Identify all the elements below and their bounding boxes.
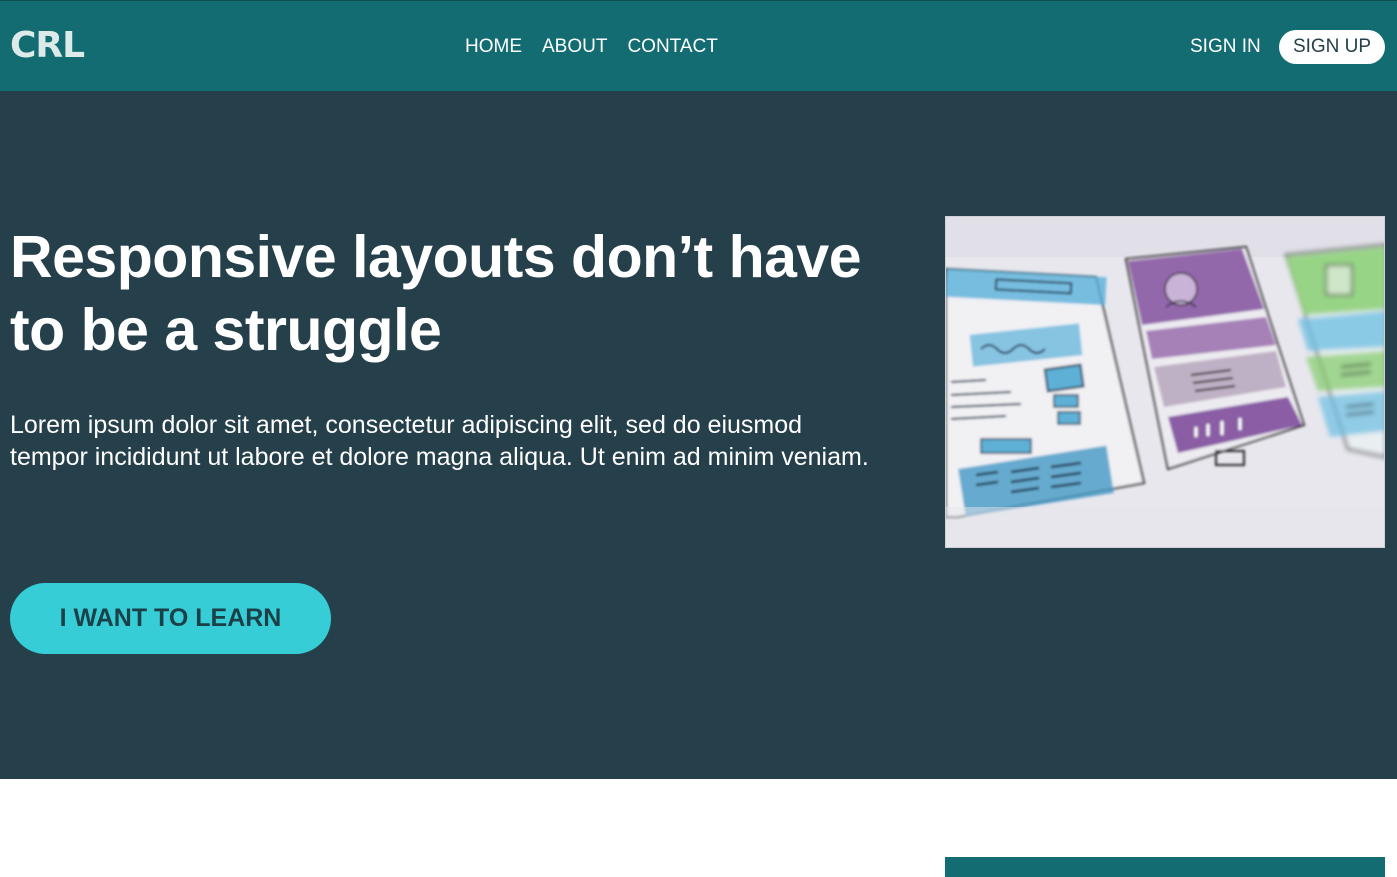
nav-link-about[interactable]: ABOUT	[542, 35, 607, 59]
sign-up-button[interactable]: SIGN UP	[1279, 30, 1385, 64]
hero-title: Responsive layouts don’t have to be a st…	[10, 221, 890, 367]
sign-in-link[interactable]: SIGN IN	[1190, 35, 1261, 59]
top-navbar: CRL HOME ABOUT CONTACT SIGN IN SIGN UP	[0, 0, 1397, 91]
logo[interactable]: CRL	[10, 25, 85, 67]
hero-section: Responsive layouts don’t have to be a st…	[0, 91, 1397, 779]
section-card-top	[945, 857, 1385, 877]
nav-link-contact[interactable]: CONTACT	[627, 35, 717, 59]
learn-cta-button[interactable]: I WANT TO LEARN	[10, 583, 331, 654]
wireframe-illustration	[946, 217, 1384, 547]
hero-title-line-2: to be a struggle	[10, 297, 442, 363]
wireframe-sketch-image	[945, 216, 1385, 548]
main-nav: HOME ABOUT CONTACT	[465, 35, 718, 59]
hero-description: Lorem ipsum dolor sit amet, consectetur …	[10, 411, 869, 471]
hero-title-line-1: Responsive layouts don’t have	[10, 224, 862, 290]
nav-link-home[interactable]: HOME	[465, 35, 522, 59]
